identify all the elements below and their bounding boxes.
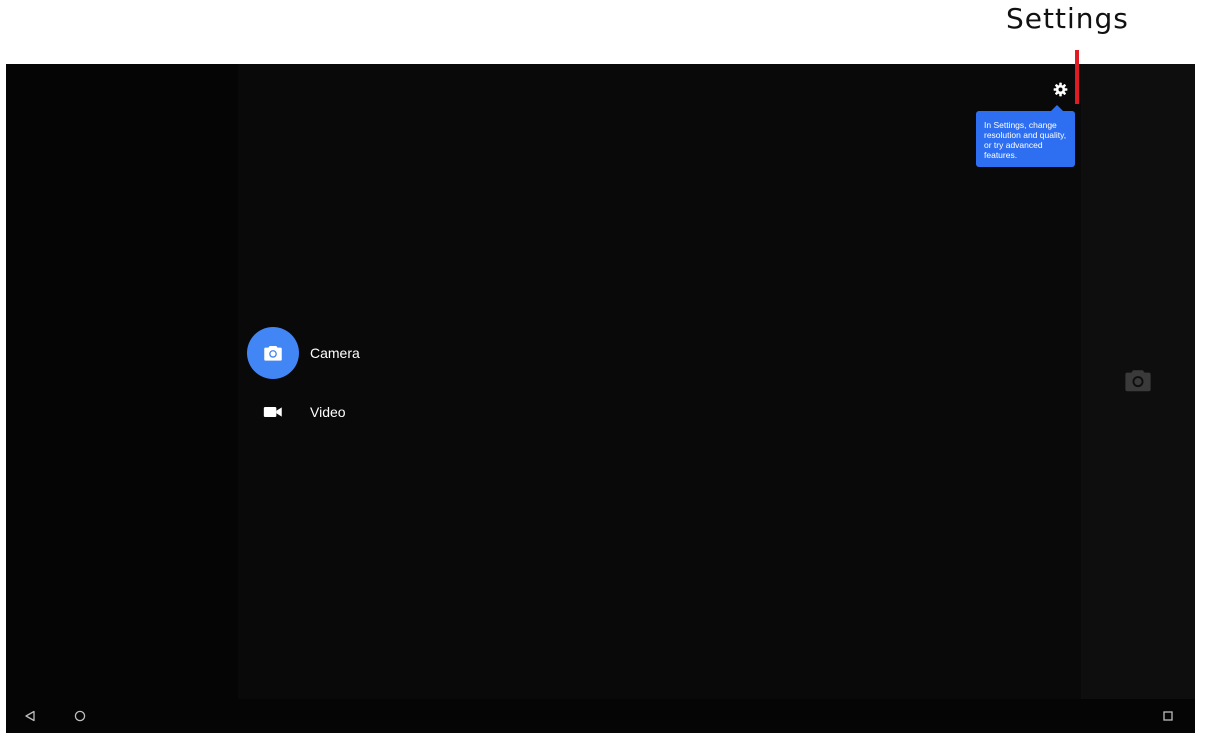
mode-camera-label: Camera: [310, 345, 360, 361]
home-icon: [74, 710, 86, 722]
callout-pointer-line: [1075, 50, 1079, 104]
back-icon: [25, 710, 35, 722]
back-button[interactable]: [23, 709, 37, 723]
settings-button[interactable]: [1048, 77, 1072, 101]
mode-video[interactable]: Video: [247, 386, 346, 438]
mode-camera[interactable]: Camera: [247, 327, 360, 379]
camera-mode-indicator: [247, 327, 299, 379]
video-camera-icon: [263, 407, 282, 417]
recents-icon: [1163, 711, 1173, 721]
recents-button[interactable]: [1161, 709, 1175, 723]
settings-callout-label: Settings: [1006, 2, 1129, 35]
camera-icon: [264, 345, 282, 361]
camera-icon[interactable]: [1123, 369, 1153, 393]
device-screen: In Settings, change resolution and quali…: [6, 64, 1195, 733]
settings-tooltip[interactable]: In Settings, change resolution and quali…: [976, 105, 1075, 167]
home-button[interactable]: [73, 709, 87, 723]
gear-icon: [1053, 82, 1067, 96]
navigation-bar: [6, 699, 1195, 733]
mode-video-label: Video: [310, 404, 346, 420]
camera-viewfinder[interactable]: [238, 64, 1081, 699]
video-mode-indicator: [247, 386, 299, 438]
